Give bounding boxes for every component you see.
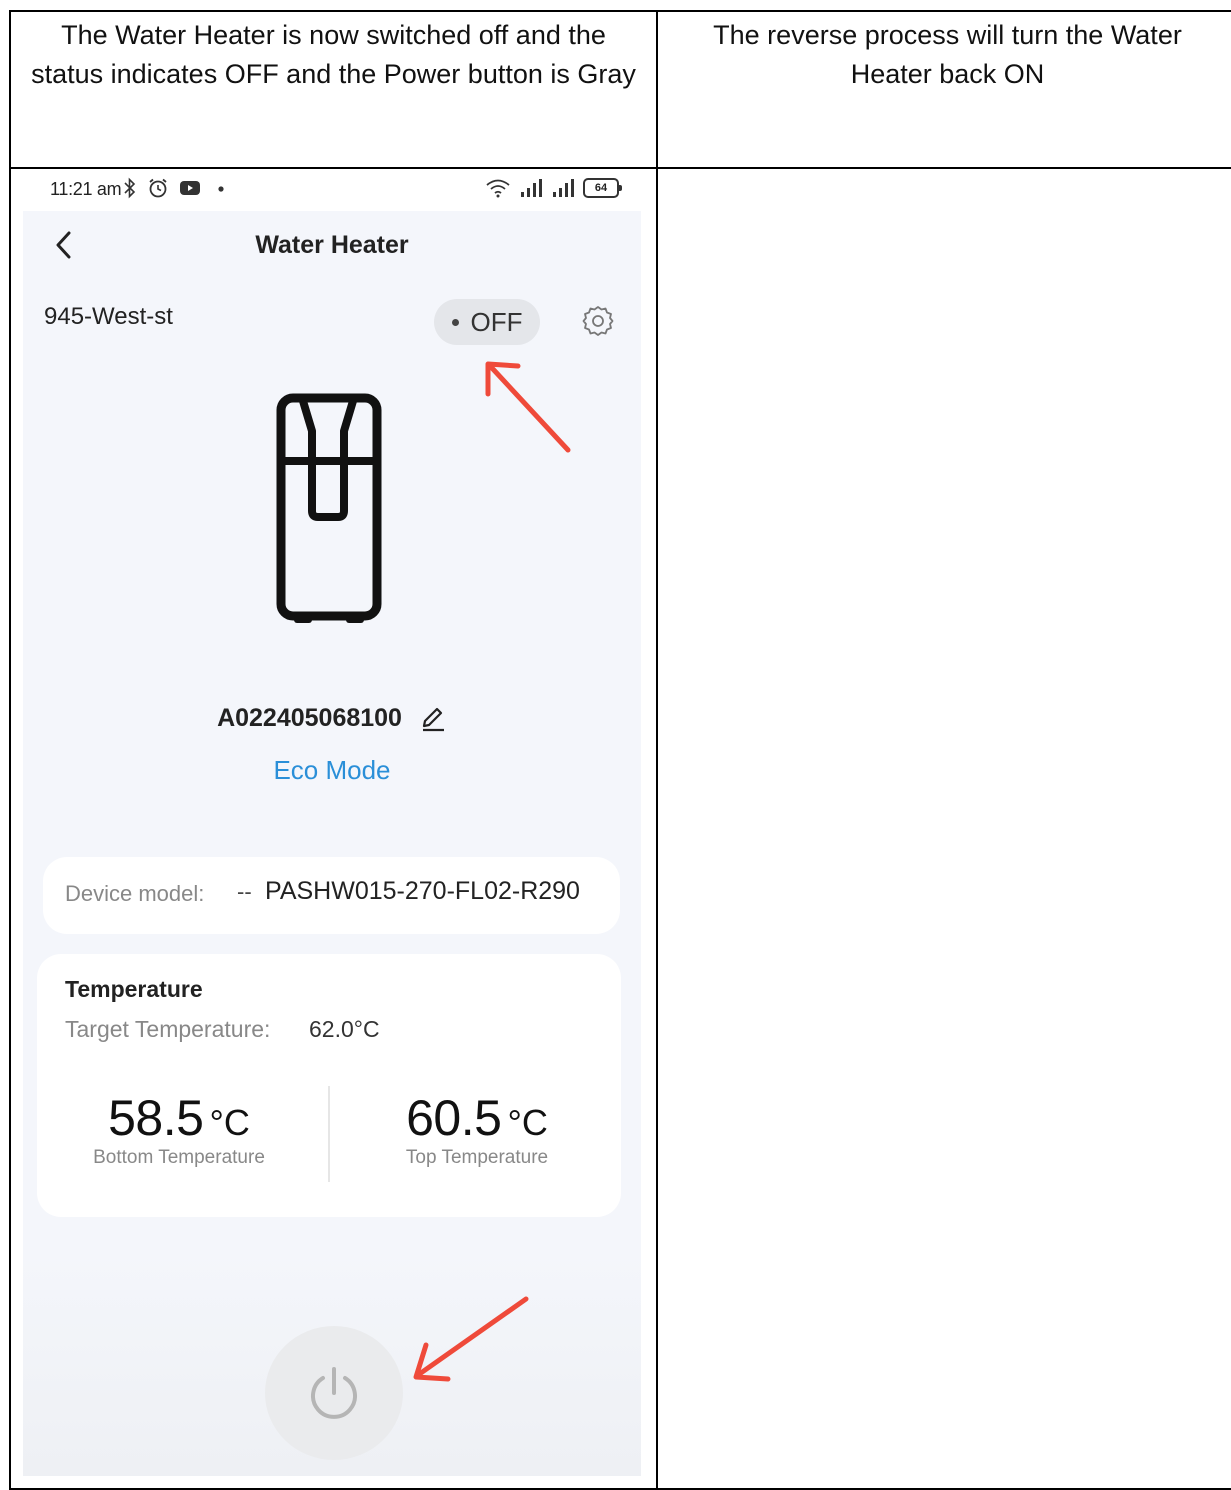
- top-temperature: 60.5 °C Top Temperature: [347, 1089, 607, 1169]
- edit-icon[interactable]: [419, 704, 447, 732]
- temperature-card: Temperature Target Temperature: 62.0°C 5…: [37, 954, 621, 1217]
- eco-mode-link[interactable]: Eco Mode: [23, 755, 641, 786]
- status-time: 11:21 am: [50, 179, 122, 199]
- empty-cell: [656, 167, 1231, 1490]
- gear-icon[interactable]: [581, 304, 615, 338]
- caption-cell-right: The reverse process will turn the Water …: [656, 10, 1231, 169]
- device-id: A022405068100: [23, 703, 641, 733]
- dot-icon: [218, 186, 224, 192]
- signal-icon: [521, 179, 542, 197]
- device-model-label: Device model:: [65, 881, 205, 906]
- page-title: Water Heater: [255, 231, 409, 259]
- youtube-icon: [180, 181, 200, 195]
- wifi-icon: [486, 179, 510, 198]
- device-model-separator: --: [237, 879, 252, 904]
- caption-cell-left: The Water Heater is now switched off and…: [9, 10, 658, 169]
- target-temperature-label: Target Temperature:: [65, 1016, 271, 1042]
- status-bar: 11:21 am 64: [23, 171, 641, 211]
- caption-left: The Water Heater is now switched off and…: [31, 20, 636, 89]
- alarm-icon: [149, 178, 167, 198]
- status-text: OFF: [470, 306, 523, 337]
- location-label: 945-West-st: [44, 303, 173, 330]
- power-icon: [311, 1367, 357, 1419]
- temperature-divider: [328, 1086, 330, 1182]
- bluetooth-icon: [124, 177, 136, 199]
- bottom-temperature-unit: °C: [209, 1102, 250, 1143]
- bottom-temperature-value: 58.5: [108, 1090, 204, 1146]
- bottom-temperature-label: Bottom Temperature: [93, 1147, 265, 1168]
- caption-right: The reverse process will turn the Water …: [713, 20, 1182, 89]
- annotation-arrow-icon: [413, 1296, 529, 1382]
- status-badge[interactable]: OFF: [434, 299, 540, 345]
- signal-icon: [553, 179, 574, 197]
- water-heater-icon: [276, 393, 382, 623]
- device-model-value: PASHW015-270-FL02-R290: [265, 877, 580, 905]
- bottom-temperature: 58.5 °C Bottom Temperature: [49, 1089, 309, 1169]
- top-temperature-unit: °C: [507, 1102, 548, 1143]
- phone-screenshot: 11:21 am 64 Water Heater 945-West-st OFF…: [23, 171, 641, 1476]
- top-temperature-label: Top Temperature: [405, 1147, 549, 1168]
- status-dot-icon: [451, 318, 459, 326]
- annotation-arrow-icon: [485, 361, 571, 453]
- temperature-title: Temperature: [65, 976, 203, 1002]
- target-temperature-value: 62.0°C: [309, 1016, 380, 1042]
- top-temperature-value: 60.5: [406, 1090, 502, 1146]
- device-model-card: Device model: -- PASHW015-270-FL02-R290: [43, 857, 620, 934]
- power-button[interactable]: [265, 1326, 403, 1460]
- device-id-text: A022405068100: [217, 703, 402, 732]
- battery-icon: 64: [583, 178, 622, 198]
